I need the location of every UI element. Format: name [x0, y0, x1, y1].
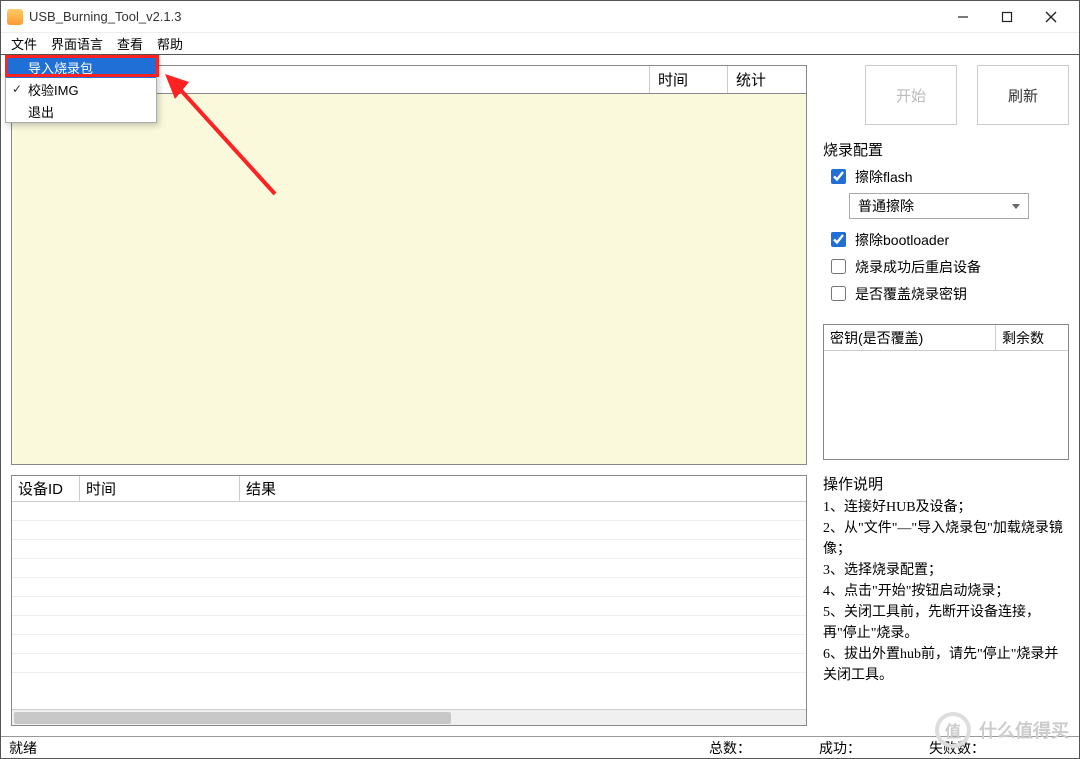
keys-table-header: 密钥(是否覆盖) 剩余数	[824, 325, 1068, 351]
menu-item-label: 校验IMG	[28, 80, 79, 99]
checkbox-reboot[interactable]	[831, 259, 846, 274]
instruction-step: 2、从"文件"—"导入烧录包"加载烧录镜像；	[823, 518, 1069, 560]
scrollbar-thumb[interactable]	[14, 712, 451, 724]
title-bar: USB_Burning_Tool_v2.1.3	[1, 1, 1079, 33]
status-bar: 就绪 总数： 成功： 失败数：	[1, 736, 1079, 758]
config-title: 烧录配置	[823, 139, 1069, 160]
watermark-icon: 值	[935, 712, 971, 748]
watermark: 值 什么值得买	[935, 712, 1069, 748]
menu-file[interactable]: 文件	[11, 34, 37, 53]
label-erase-flash: 擦除flash	[855, 167, 913, 187]
right-pane: 开始 刷新 烧录配置 擦除flash 普通擦除 擦除bootloader	[817, 55, 1079, 736]
col-device-time: 时间	[80, 476, 240, 502]
col-device-id: 设备ID	[12, 476, 80, 502]
instruction-step: 5、关闭工具前，先断开设备连接，再"停止"烧录。	[823, 602, 1069, 644]
keys-table: 密钥(是否覆盖) 剩余数	[823, 324, 1069, 460]
menu-item-exit[interactable]: 退出	[6, 100, 156, 122]
content-area: 导入烧录包 ✓ 校验IMG 退出 时间 统计	[1, 55, 1079, 736]
device-table-rows	[12, 502, 806, 709]
left-pane: 时间 统计 设备ID 时间 结果	[1, 55, 817, 736]
table-row	[12, 616, 806, 635]
device-table: 设备ID 时间 结果	[12, 476, 806, 709]
instruction-step: 6、拔出外置hub前，请先"停止"烧录并关闭工具。	[823, 644, 1069, 686]
progress-table-body	[12, 94, 806, 464]
status-ready: 就绪	[9, 738, 701, 758]
instruction-step: 3、选择烧录配置；	[823, 560, 1069, 581]
app-window: USB_Burning_Tool_v2.1.3 文件 界面语言 查看 帮助 导入…	[0, 0, 1080, 759]
watermark-text: 什么值得买	[979, 717, 1069, 743]
horizontal-scrollbar[interactable]	[12, 709, 806, 725]
maximize-icon	[1001, 11, 1013, 23]
button-label: 刷新	[1008, 85, 1038, 106]
action-buttons: 开始 刷新	[823, 65, 1069, 125]
menu-item-label: 退出	[28, 102, 54, 121]
table-row	[12, 540, 806, 559]
table-row	[12, 635, 806, 654]
instructions-title: 操作说明	[823, 474, 1069, 497]
menu-view[interactable]: 查看	[117, 34, 143, 53]
minimize-button[interactable]	[941, 3, 985, 31]
table-row	[12, 502, 806, 521]
label-reboot: 烧录成功后重启设备	[855, 257, 981, 277]
close-button[interactable]	[1029, 3, 1073, 31]
checkbox-overwrite-key[interactable]	[831, 286, 846, 301]
col-remain: 剩余数	[996, 325, 1068, 350]
check-icon: ✓	[12, 82, 22, 96]
menu-help[interactable]: 帮助	[157, 34, 183, 53]
select-erase-mode[interactable]: 普通擦除	[849, 193, 1029, 219]
start-button[interactable]: 开始	[865, 65, 957, 125]
select-value: 普通擦除	[858, 198, 914, 214]
table-row	[12, 597, 806, 616]
menu-item-verify[interactable]: ✓ 校验IMG	[6, 78, 156, 100]
table-row	[12, 521, 806, 540]
burn-config: 烧录配置 擦除flash 普通擦除 擦除bootloader 烧录成功后重启设备	[823, 139, 1069, 310]
col-device-result: 结果	[240, 476, 806, 502]
col-stat: 统计	[728, 66, 806, 93]
label-overwrite-key: 是否覆盖烧录密钥	[855, 284, 967, 304]
minimize-icon	[957, 11, 969, 23]
col-time: 时间	[650, 66, 728, 93]
label-erase-bootloader: 擦除bootloader	[855, 230, 949, 250]
refresh-button[interactable]: 刷新	[977, 65, 1069, 125]
menu-item-label: 导入烧录包	[28, 58, 93, 77]
file-menu-dropdown: 导入烧录包 ✓ 校验IMG 退出	[5, 55, 157, 123]
device-table-wrap: 设备ID 时间 结果	[11, 475, 807, 726]
status-total: 总数：	[701, 738, 811, 758]
menu-item-import[interactable]: 导入烧录包	[6, 56, 156, 78]
table-row	[12, 559, 806, 578]
maximize-button[interactable]	[985, 3, 1029, 31]
instruction-step: 4、点击"开始"按钮启动烧录；	[823, 581, 1069, 602]
checkbox-erase-bootloader[interactable]	[831, 232, 846, 247]
status-success: 成功：	[811, 738, 921, 758]
col-key: 密钥(是否覆盖)	[824, 325, 996, 350]
window-title: USB_Burning_Tool_v2.1.3	[29, 9, 182, 24]
menu-language[interactable]: 界面语言	[51, 34, 103, 53]
checkbox-erase-flash[interactable]	[831, 169, 846, 184]
menu-bar: 文件 界面语言 查看 帮助	[1, 33, 1079, 55]
progress-table: 时间 统计	[11, 65, 807, 465]
device-table-header: 设备ID 时间 结果	[12, 476, 806, 502]
table-row	[12, 578, 806, 597]
table-row	[12, 654, 806, 673]
button-label: 开始	[896, 85, 926, 106]
instruction-step: 1、连接好HUB及设备；	[823, 497, 1069, 518]
app-icon	[7, 9, 23, 25]
close-icon	[1045, 11, 1057, 23]
instructions: 操作说明 1、连接好HUB及设备； 2、从"文件"—"导入烧录包"加载烧录镜像；…	[823, 474, 1069, 686]
